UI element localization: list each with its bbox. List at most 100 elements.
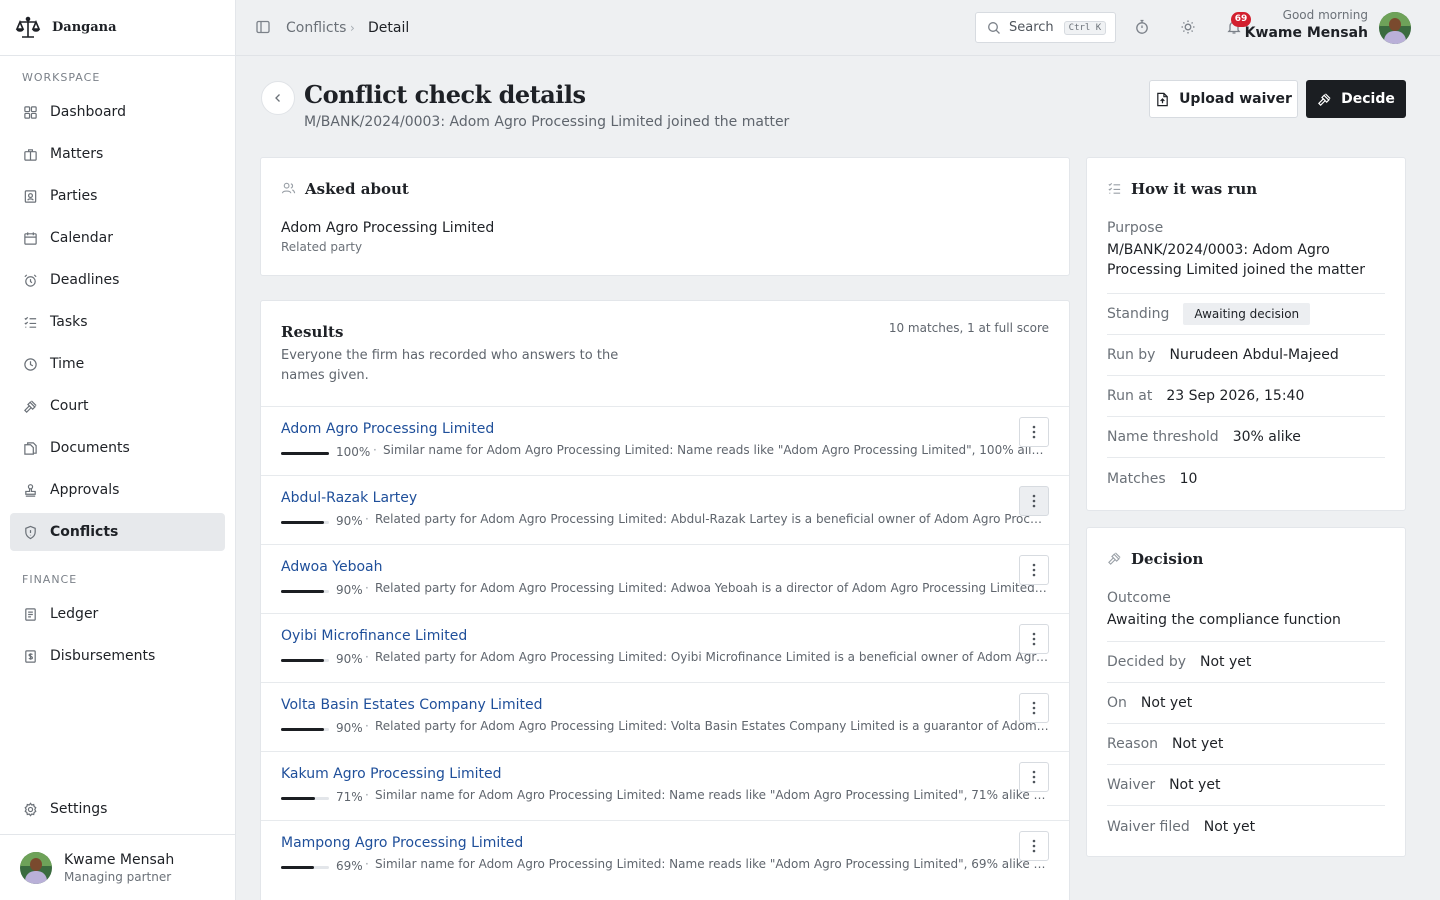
sidebar-item-label: Parties [50, 188, 98, 204]
gavel-icon [22, 398, 38, 414]
row-menu-button[interactable] [1019, 486, 1049, 516]
sidebar-item-conflicts[interactable]: Conflicts [10, 513, 225, 551]
separator-dot: · [365, 788, 369, 802]
separator-dot: · [365, 512, 369, 526]
waiver-filed-row: Waiver filed Not yet [1107, 806, 1385, 847]
row-menu-button[interactable] [1019, 555, 1049, 585]
sidebar-item-court[interactable]: Court [10, 387, 225, 425]
match-name-link[interactable]: Volta Basin Estates Company Limited [281, 697, 542, 713]
workspace-section-label: WORKSPACE [22, 71, 101, 84]
row-menu-button[interactable] [1019, 693, 1049, 723]
separator-dot: · [365, 719, 369, 733]
user-role: Managing partner [64, 869, 172, 884]
table-row[interactable]: Adwoa Yeboah 90% · Related party for Adom A… [261, 544, 1069, 613]
more-vertical-icon [1032, 494, 1036, 508]
run-at-row: Run at 23 Sep 2026, 15:40 [1107, 376, 1385, 417]
row-menu-button[interactable] [1019, 762, 1049, 792]
match-reason: Similar name for Adom Agro Processing Li… [375, 857, 1049, 871]
more-vertical-icon [1032, 770, 1036, 784]
waiver-filed-value: Not yet [1203, 818, 1256, 835]
sidebar-item-label: Tasks [50, 314, 88, 330]
table-row[interactable]: Volta Basin Estates Company Limited 90% · R… [261, 682, 1069, 751]
table-row[interactable]: Kakum Agro Processing Limited 71% · Similar… [261, 751, 1069, 820]
sidebar-item-settings[interactable]: Settings [10, 790, 225, 828]
outcome-label: Outcome [1107, 590, 1171, 606]
greeting-block: Good morning Kwame Mensah [1245, 8, 1368, 41]
match-score-bar [281, 521, 329, 524]
reason-value: Not yet [1172, 736, 1224, 752]
match-name-link[interactable]: Abdul-Razak Lartey [281, 490, 417, 506]
theme-sun-icon[interactable] [1180, 19, 1198, 37]
sidebar-item-dashboard[interactable]: Dashboard [10, 93, 225, 131]
sidebar-item-calendar[interactable]: Calendar [10, 219, 225, 257]
decide-label: Decide [1341, 91, 1395, 107]
asked-party-name: Adom Agro Processing Limited [281, 220, 495, 236]
back-button[interactable] [261, 81, 295, 115]
asked-about-title: Asked about [305, 180, 409, 198]
brand-name: Dangana [52, 20, 117, 35]
brand[interactable]: Dangana [0, 0, 235, 56]
match-name-link[interactable]: Oyibi Microfinance Limited [281, 628, 467, 644]
upload-waiver-button[interactable]: Upload waiver [1149, 80, 1298, 118]
row-menu-button[interactable] [1019, 831, 1049, 861]
waiver-value: Not yet [1169, 777, 1221, 793]
table-row[interactable]: Abdul-Razak Lartey 90% · Related party for … [261, 475, 1069, 544]
search-button[interactable]: Search Ctrl K [975, 12, 1116, 43]
upload-waiver-label: Upload waiver [1179, 91, 1292, 107]
breadcrumb-separator-icon: › [350, 21, 355, 35]
match-score-bar [281, 797, 329, 800]
match-name-link[interactable]: Mampong Agro Processing Limited [281, 835, 523, 851]
match-reason: Similar name for Adom Agro Processing Li… [383, 443, 1049, 457]
sidebar-item-approvals[interactable]: Approvals [10, 471, 225, 509]
table-row[interactable]: Mampong Agro Processing Limited 69% · Simil… [261, 820, 1069, 889]
decided-by-row: Decided by Not yet [1107, 642, 1385, 683]
match-score-percent: 69% [336, 859, 363, 873]
match-name-link[interactable]: Adom Agro Processing Limited [281, 421, 494, 437]
sidebar-item-documents[interactable]: Documents [10, 429, 225, 467]
sidebar-item-time[interactable]: Time [10, 345, 225, 383]
row-menu-button[interactable] [1019, 417, 1049, 447]
timer-icon[interactable] [1134, 19, 1152, 37]
match-name-link[interactable]: Adwoa Yeboah [281, 559, 382, 575]
separator-dot: · [373, 443, 377, 457]
settings-label: Settings [50, 801, 108, 817]
match-score-bar [281, 590, 329, 593]
match-score-bar [281, 728, 329, 731]
sidebar-toggle-icon[interactable] [255, 19, 273, 37]
sidebar-item-label: Time [50, 356, 85, 372]
match-score-bar [281, 866, 329, 869]
checklist-icon [1107, 181, 1122, 196]
results-description: Everyone the firm has recorded who answe… [281, 348, 619, 383]
sidebar-item-tasks[interactable]: Tasks [10, 303, 225, 341]
match-name-link[interactable]: Kakum Agro Processing Limited [281, 766, 502, 782]
sidebar-item-disbursements[interactable]: Disbursements [10, 637, 225, 675]
sidebar-item-label: Documents [50, 440, 130, 456]
asked-party-role: Related party [281, 240, 363, 254]
table-row[interactable]: Adom Agro Processing Limited 100% · Similar… [261, 406, 1069, 475]
matches-value: 10 [1179, 470, 1198, 487]
match-reason: Similar name for Adom Agro Processing Li… [375, 788, 1049, 802]
sidebar-item-deadlines[interactable]: Deadlines [10, 261, 225, 299]
sidebar-item-matters[interactable]: Matters [10, 135, 225, 173]
topbar-avatar[interactable] [1379, 12, 1411, 44]
breadcrumb-detail: Detail [368, 20, 410, 36]
sidebar-item-parties[interactable]: Parties [10, 177, 225, 215]
decided-by-label: Decided by [1107, 654, 1186, 670]
alarm-clock-icon [22, 272, 38, 288]
standing-row: Standing Awaiting decision [1107, 294, 1385, 335]
sidebar-item-ledger[interactable]: Ledger [10, 595, 225, 633]
match-score-fill [281, 866, 315, 869]
gavel-icon [1107, 551, 1122, 566]
user-name: Kwame Mensah [64, 851, 175, 868]
waiver-label: Waiver [1107, 777, 1156, 793]
breadcrumb-conflicts[interactable]: Conflicts [286, 19, 346, 37]
decided-on-value: Not yet [1140, 695, 1193, 711]
decide-button[interactable]: Decide [1306, 80, 1406, 118]
match-score-fill [281, 797, 316, 800]
row-menu-button[interactable] [1019, 624, 1049, 654]
sidebar-user[interactable]: Kwame Mensah Managing partner [0, 834, 235, 900]
separator-dot: · [365, 857, 369, 871]
run-at-label: Run at [1107, 388, 1153, 404]
table-row[interactable]: Oyibi Microfinance Limited 90% · Related pa… [261, 613, 1069, 682]
match-score-fill [281, 452, 329, 455]
